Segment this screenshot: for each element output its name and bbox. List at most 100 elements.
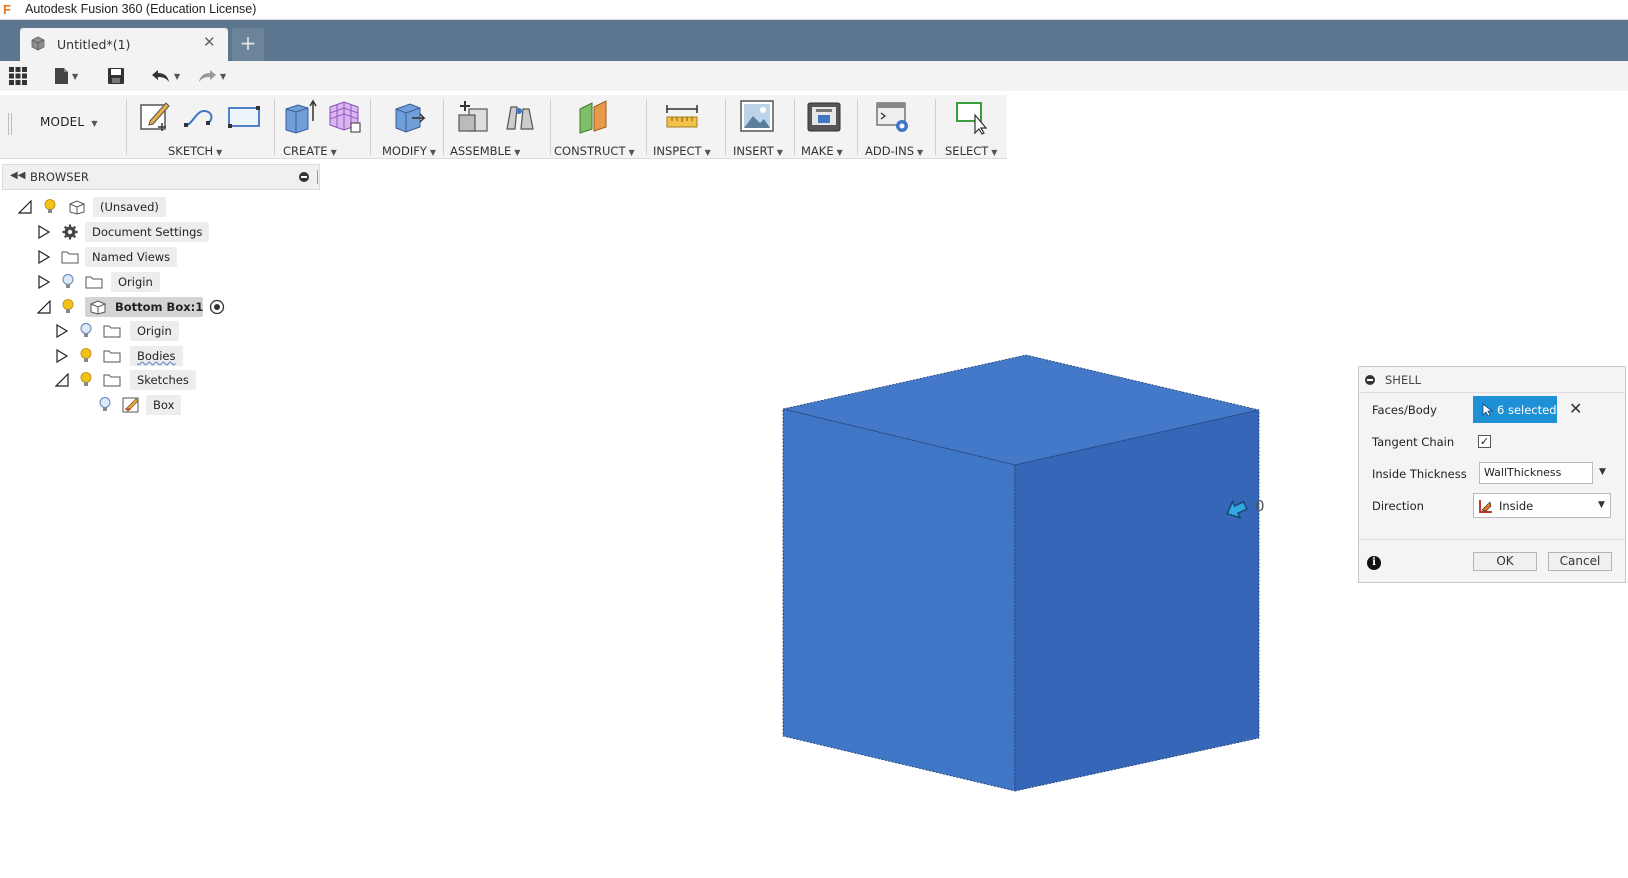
cube-left-face[interactable] <box>782 408 1016 792</box>
3d-print-icon[interactable] <box>806 99 842 135</box>
ok-button[interactable]: OK <box>1473 552 1537 571</box>
activate-radio-icon[interactable] <box>209 299 225 315</box>
expanded-triangle-icon[interactable] <box>18 200 32 214</box>
insert-image-icon[interactable] <box>739 99 775 135</box>
direction-value: Inside <box>1499 499 1534 513</box>
minimize-icon[interactable] <box>1365 375 1375 385</box>
faces-selection-button[interactable]: 6 selected <box>1473 396 1557 423</box>
select-icon[interactable] <box>955 99 991 135</box>
undo-button[interactable]: ▼ <box>151 64 180 88</box>
measure-icon[interactable] <box>664 99 700 135</box>
close-icon[interactable]: ✕ <box>203 33 216 51</box>
cube-top-face[interactable] <box>782 354 1260 466</box>
ribbon-separator <box>794 99 795 155</box>
lightbulb-off-icon[interactable] <box>79 322 93 340</box>
tree-label: Bodies <box>130 346 183 366</box>
inside-thickness-input[interactable]: WallThickness <box>1479 462 1593 484</box>
ribbon-menu-create[interactable]: CREATE ▼ <box>283 144 337 158</box>
lightbulb-on-icon[interactable] <box>43 198 57 216</box>
ribbon-group-select: SELECT ▼ <box>939 95 1007 159</box>
cube-right-face[interactable] <box>1014 409 1260 792</box>
data-panel-button[interactable] <box>9 64 27 88</box>
shell-dialog: SHELL Faces/Body 6 selected ✕ Tangent Ch… <box>1358 366 1626 583</box>
collapsed-triangle-icon[interactable] <box>37 250 51 264</box>
ribbon-menu-make[interactable]: MAKE ▼ <box>801 144 843 158</box>
ribbon-separator <box>443 99 444 155</box>
direction-select[interactable]: Inside ▼ <box>1473 493 1611 518</box>
lightbulb-off-icon[interactable] <box>98 396 112 414</box>
chevron-down-icon: ▼ <box>429 148 437 157</box>
ribbon-menu-insert[interactable]: INSERT ▼ <box>733 144 783 158</box>
chevron-down-icon[interactable]: ▼ <box>1599 467 1606 477</box>
ribbon-menu-construct[interactable]: CONSTRUCT ▼ <box>554 144 635 158</box>
thickness-manipulator-icon[interactable] <box>1223 496 1253 526</box>
panel-resize-handle[interactable] <box>317 170 319 184</box>
ribbon-group-label: MAKE <box>801 144 834 158</box>
file-menu-button[interactable]: ▼ <box>54 64 78 88</box>
tree-label: Origin <box>130 321 179 341</box>
ribbon-menu-modify[interactable]: MODIFY ▼ <box>382 144 436 158</box>
lightbulb-on-icon[interactable] <box>61 298 75 316</box>
chevron-down-icon: ▼ <box>1598 500 1605 510</box>
ribbon-group-make: MAKE ▼ <box>798 95 856 159</box>
tab-label: Untitled*(1) <box>57 37 131 52</box>
chevron-down-icon: ▼ <box>330 148 337 157</box>
lightbulb-off-icon[interactable] <box>61 273 75 291</box>
spline-icon[interactable] <box>182 99 218 133</box>
ribbon-group-label: MODIFY <box>382 144 427 158</box>
collapse-panel-icon[interactable]: ◀◀ <box>10 170 25 181</box>
form-icon[interactable] <box>326 99 362 135</box>
tangent-chain-checkbox[interactable]: ✓ <box>1478 435 1491 448</box>
ribbon-toolbar: MODEL ▼ SKETCH ▼ CREATE ▼ MODIFY ▼ ASSEM… <box>0 95 1007 159</box>
expanded-triangle-icon[interactable] <box>55 373 69 387</box>
folder-icon <box>103 350 121 363</box>
expanded-triangle-icon[interactable] <box>37 300 51 314</box>
minimize-icon[interactable] <box>299 172 309 182</box>
collapsed-triangle-icon[interactable] <box>37 225 51 239</box>
workspace-switcher[interactable]: MODEL ▼ <box>40 115 98 129</box>
document-cube-icon <box>31 36 45 51</box>
offset-plane-icon[interactable] <box>576 99 614 135</box>
ribbon-group-assemble: ASSEMBLE ▼ <box>447 95 547 159</box>
info-icon[interactable]: i <box>1367 556 1381 570</box>
lightbulb-on-icon[interactable] <box>79 371 93 389</box>
chevron-down-icon: ▼ <box>514 148 521 157</box>
new-component-icon[interactable] <box>455 99 491 135</box>
ribbon-group-label: INSERT <box>733 144 774 158</box>
ribbon-menu-sketch[interactable]: SKETCH ▼ <box>168 144 222 158</box>
collapsed-triangle-icon[interactable] <box>37 275 51 289</box>
extrude-icon[interactable] <box>282 99 318 135</box>
lightbulb-on-icon[interactable] <box>79 347 93 365</box>
ribbon-menu-assemble[interactable]: ASSEMBLE ▼ <box>450 144 520 158</box>
chevron-down-icon: ▼ <box>628 148 635 157</box>
cancel-button[interactable]: Cancel <box>1548 552 1612 571</box>
ribbon-group-label: ASSEMBLE <box>450 144 512 158</box>
ribbon-menu-select[interactable]: SELECT ▼ <box>945 144 997 158</box>
save-button[interactable] <box>107 64 125 88</box>
rectangle-icon[interactable] <box>226 99 262 133</box>
redo-button[interactable]: ▼ <box>197 64 226 88</box>
folder-icon <box>103 325 121 338</box>
save-icon <box>108 68 124 84</box>
inside-thickness-label: Inside Thickness <box>1372 467 1467 481</box>
collapsed-triangle-icon[interactable] <box>55 349 69 363</box>
ribbon-menu-add-ins[interactable]: ADD-INS ▼ <box>865 144 923 158</box>
new-tab-button[interactable]: + <box>232 28 264 61</box>
scripts-addins-icon[interactable] <box>875 99 911 135</box>
press-pull-icon[interactable] <box>390 99 426 135</box>
ribbon-separator <box>935 99 936 155</box>
ribbon-grip[interactable] <box>8 113 12 135</box>
create-sketch-icon[interactable] <box>138 99 172 133</box>
faces-label: Faces/Body <box>1372 403 1437 417</box>
browser-panel-header: ◀◀ BROWSER <box>2 164 320 190</box>
tab-untitled[interactable]: Untitled*(1) ✕ <box>20 28 228 61</box>
collapsed-triangle-icon[interactable] <box>55 324 69 338</box>
ribbon-group-label: INSPECT <box>653 144 702 158</box>
clear-selection-icon[interactable]: ✕ <box>1569 399 1582 418</box>
joint-icon[interactable] <box>501 99 537 135</box>
tree-label: Box <box>146 395 182 415</box>
tree-label-active: Bottom Box:1 <box>85 297 203 317</box>
chevron-down-icon: ▼ <box>220 71 227 81</box>
ribbon-menu-inspect[interactable]: INSPECT ▼ <box>653 144 711 158</box>
dialog-divider <box>1359 539 1625 540</box>
